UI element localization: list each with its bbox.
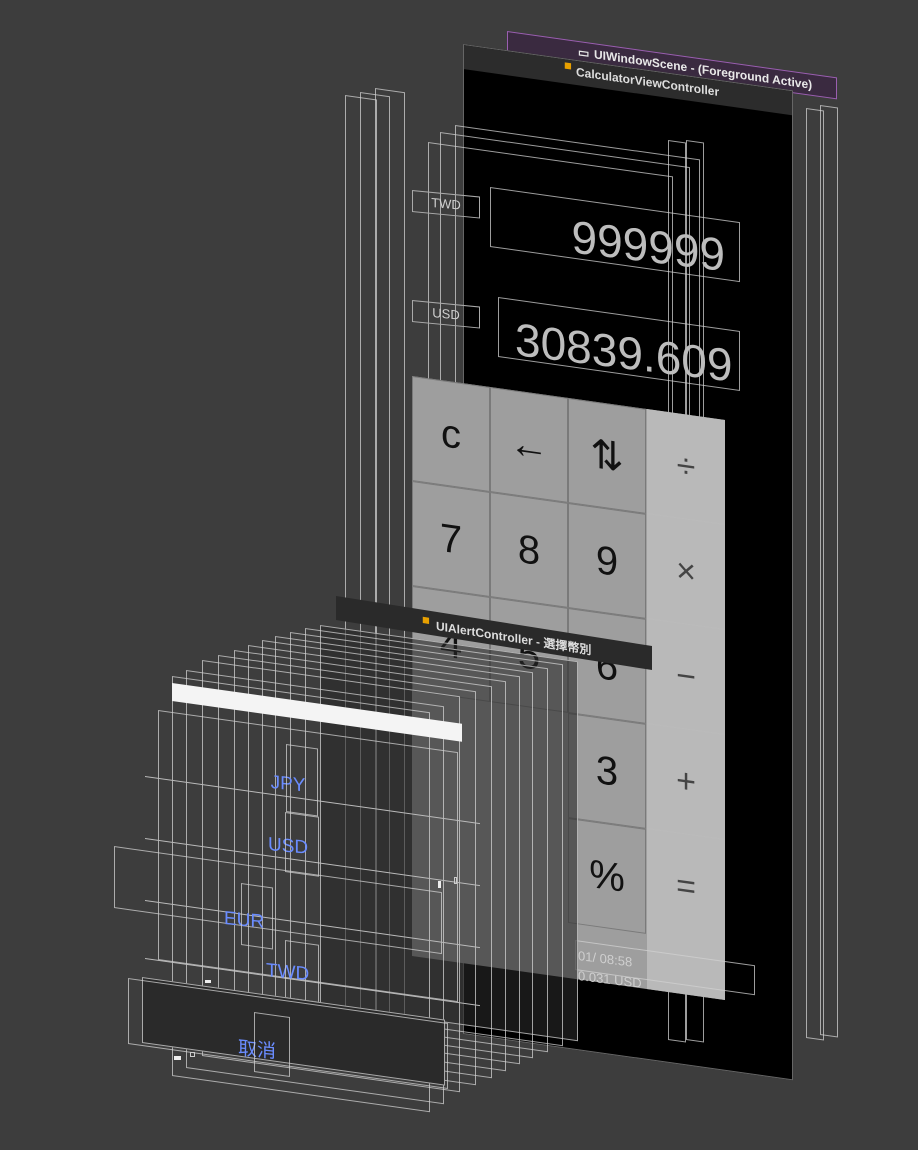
window-scene-icon: ▭ <box>578 44 590 61</box>
operator-column: ÷ × − + = <box>647 409 725 1000</box>
swap-currency-key[interactable]: ⇅ <box>568 397 646 514</box>
backspace-key[interactable]: ← <box>490 386 568 503</box>
layer-frame <box>254 1012 290 1078</box>
equals-key[interactable]: = <box>647 829 725 945</box>
percent-key[interactable]: % <box>568 817 646 934</box>
layer-frame <box>285 812 319 877</box>
layer-frame <box>285 940 319 1003</box>
layer-frame <box>286 744 318 817</box>
marker <box>174 1056 181 1060</box>
minus-key[interactable]: − <box>647 619 725 735</box>
digit-9-key[interactable]: 9 <box>568 502 646 619</box>
marker <box>190 1052 195 1057</box>
layer-frame <box>241 883 273 950</box>
multiply-key[interactable]: × <box>647 514 725 630</box>
digit-3-key[interactable]: 3 <box>568 712 646 829</box>
digit-8-key[interactable]: 8 <box>490 491 568 608</box>
alert-controller-icon: ■ <box>422 611 430 628</box>
divide-key[interactable]: ÷ <box>647 409 725 525</box>
marker <box>438 881 441 888</box>
layer-frame <box>806 108 824 1041</box>
plus-key[interactable]: + <box>647 724 725 840</box>
clear-key[interactable]: c <box>412 376 490 492</box>
digit-7-key[interactable]: 7 <box>412 481 490 597</box>
view-controller-icon: ■ <box>564 57 572 74</box>
marker <box>205 980 211 983</box>
marker <box>454 877 457 884</box>
